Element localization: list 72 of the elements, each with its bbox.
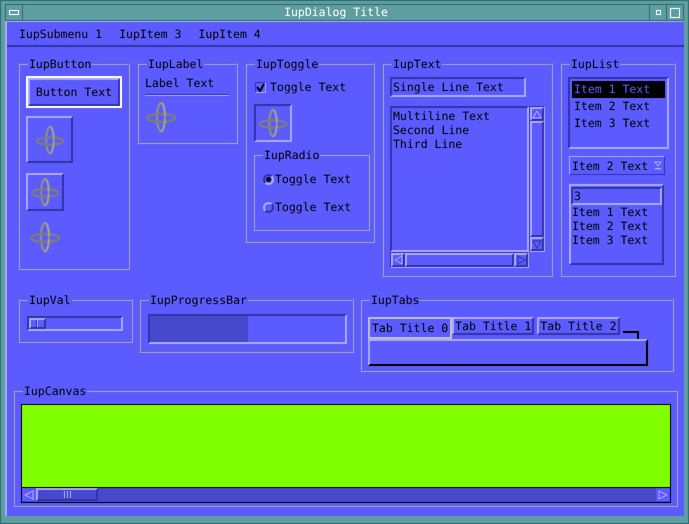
up-arrow-icon (532, 110, 542, 118)
scrollbar-track[interactable] (529, 106, 545, 252)
frame-title: IupToggle (255, 57, 320, 71)
frame-title: IupText (392, 57, 442, 71)
radio-button[interactable]: Toggle Text (263, 172, 362, 186)
list-box[interactable]: Item 1 Text Item 2 Text Item 3 Text (568, 77, 669, 149)
frame-title: IupLabel (147, 57, 204, 71)
list-item[interactable]: Item 2 Text (571, 219, 662, 233)
tab[interactable]: Tab Title 2 (537, 317, 620, 335)
scroll-down-button[interactable] (530, 237, 544, 251)
label-text: Label Text (145, 76, 216, 90)
multiline-field[interactable]: Multiline Text Second Line Third Line (390, 106, 529, 252)
frame-title: IupTabs (370, 293, 420, 307)
maximize-icon (670, 8, 680, 18)
check-icon (256, 82, 265, 92)
list-item[interactable]: Item 1 Text (571, 205, 662, 219)
minus-icon (9, 10, 19, 15)
slider-thumb[interactable] (29, 318, 46, 329)
rings-icon (30, 177, 60, 207)
text-button[interactable]: Button Text (28, 78, 120, 106)
text-field[interactable]: Single Line Text (390, 77, 526, 97)
combo-field[interactable]: 3 (571, 187, 662, 205)
radio-indicator[interactable] (263, 174, 274, 184)
tab[interactable]: Tab Title 0 (368, 317, 452, 339)
slider-track[interactable] (27, 316, 123, 331)
frame-title: IupVal (28, 293, 72, 307)
left-arrow-icon (24, 490, 34, 500)
left-arrow-icon (394, 255, 402, 265)
minimize-icon (656, 10, 660, 15)
frame-title: IupButton (28, 57, 92, 71)
scrollbar-thumb[interactable] (36, 488, 98, 501)
list-item[interactable]: Item 1 Text (572, 81, 665, 98)
down-arrow-icon (532, 240, 542, 248)
scroll-right-button[interactable] (514, 253, 528, 267)
window-menu-button[interactable] (6, 5, 23, 20)
rings-icon (34, 124, 64, 154)
scroll-left-button[interactable] (391, 253, 405, 267)
scrollbar-thumb[interactable] (530, 121, 544, 237)
scrollbar-track[interactable] (390, 252, 529, 268)
window-title: IupDialog Title (283, 5, 389, 20)
menu-item[interactable]: IupSubmenu 1 (19, 26, 102, 40)
menu-item[interactable]: IupItem 3 (119, 26, 182, 40)
text-line: Multiline Text (393, 109, 491, 123)
image-button[interactable] (26, 173, 64, 211)
radio-indicator[interactable] (263, 202, 274, 212)
list-item[interactable]: Item 2 Text (572, 98, 665, 115)
image-button[interactable] (26, 116, 73, 163)
tab-strip-corner (622, 331, 639, 339)
frame-title: IupRadio (263, 148, 320, 162)
dropdown-arrow-icon (654, 161, 662, 170)
maximize-button[interactable] (666, 5, 683, 20)
scrollbar-track[interactable] (22, 487, 670, 502)
text-line: Second Line (393, 123, 470, 137)
dropdown[interactable]: Item 2 Text (569, 156, 665, 175)
right-arrow-icon (658, 490, 668, 500)
menu-item[interactable]: IupItem 4 (198, 26, 261, 40)
list-item[interactable]: Item 3 Text (571, 233, 662, 247)
scroll-up-button[interactable] (530, 107, 544, 121)
list-item[interactable]: Item 3 Text (572, 115, 665, 132)
tab[interactable]: Tab Title 1 (452, 317, 534, 335)
checkbox[interactable]: Toggle Text (255, 80, 367, 94)
image-toggle[interactable] (254, 104, 292, 142)
text-line: Third Line (393, 137, 464, 151)
rings-icon (29, 221, 61, 253)
rings-icon (145, 101, 177, 133)
right-arrow-icon (516, 255, 526, 265)
scrollbar-thumb[interactable] (405, 253, 514, 267)
frame-title: IupList (570, 57, 620, 71)
frame-title: IupProgressBar (149, 293, 248, 307)
frame-title: IupCanvas (23, 384, 88, 398)
rings-icon (258, 108, 288, 138)
radio-button[interactable]: Toggle Text (263, 200, 362, 214)
